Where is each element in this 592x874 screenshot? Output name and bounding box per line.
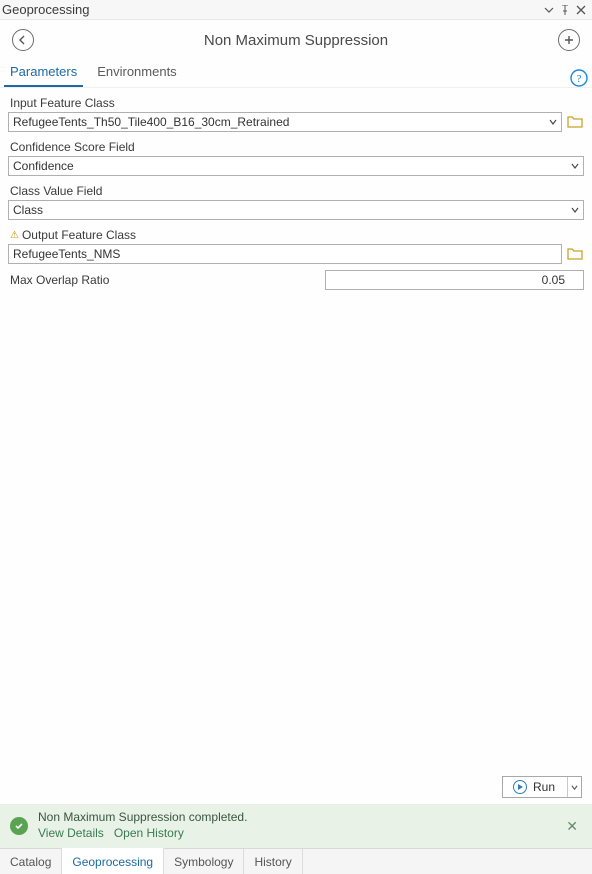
label-output-feature-class: ⚠ Output Feature Class [8, 226, 584, 244]
class-value-input[interactable] [8, 200, 584, 220]
confidence-score-input[interactable] [8, 156, 584, 176]
input-feature-class-input[interactable] [8, 112, 562, 132]
run-button[interactable]: Run [502, 776, 582, 798]
label-confidence-score: Confidence Score Field [8, 138, 584, 156]
tab-environments[interactable]: Environments [91, 60, 182, 87]
pin-icon[interactable] [558, 3, 572, 17]
open-history-link[interactable]: Open History [114, 826, 184, 842]
play-icon [513, 780, 527, 794]
run-label: Run [533, 780, 555, 794]
field-output-feature-class: ⚠ Output Feature Class [8, 226, 584, 264]
success-icon [10, 817, 28, 835]
max-overlap-input[interactable] [325, 270, 584, 290]
browse-input-fc-button[interactable] [566, 113, 584, 131]
label-output-fc-text: Output Feature Class [22, 228, 136, 242]
status-texts: Non Maximum Suppression completed. View … [38, 810, 247, 841]
warning-icon: ⚠ [10, 230, 19, 241]
output-feature-class-input[interactable] [8, 244, 562, 264]
add-button[interactable] [558, 29, 580, 51]
browse-output-fc-button[interactable] [566, 245, 584, 263]
close-icon[interactable] [574, 3, 588, 17]
bottom-tab-geoprocessing[interactable]: Geoprocessing [62, 848, 164, 874]
bottom-tab-history[interactable]: History [244, 849, 302, 874]
help-icon[interactable]: ? [570, 69, 588, 87]
pane-titlebar: Geoprocessing [0, 0, 592, 20]
run-dropdown-arrow[interactable] [567, 777, 581, 797]
bottom-tab-symbology[interactable]: Symbology [164, 849, 244, 874]
tool-header: Non Maximum Suppression [0, 20, 592, 60]
status-close-button[interactable]: ✕ [562, 814, 582, 839]
form-area: Input Feature Class Confidence Score Fie… [0, 88, 592, 290]
field-input-feature-class: Input Feature Class [8, 94, 584, 132]
run-bar: Run [0, 770, 592, 804]
field-max-overlap: Max Overlap Ratio [8, 270, 584, 290]
tab-row: Parameters Environments ? [0, 60, 592, 88]
menu-arrow-icon[interactable] [542, 3, 556, 17]
status-bar: Non Maximum Suppression completed. View … [0, 804, 592, 848]
label-max-overlap: Max Overlap Ratio [8, 271, 325, 289]
label-input-feature-class: Input Feature Class [8, 94, 584, 112]
field-class-value: Class Value Field [8, 182, 584, 220]
field-confidence-score: Confidence Score Field [8, 138, 584, 176]
pane-title: Geoprocessing [2, 2, 540, 17]
view-details-link[interactable]: View Details [38, 826, 104, 842]
bottom-tab-catalog[interactable]: Catalog [0, 849, 62, 874]
label-class-value: Class Value Field [8, 182, 584, 200]
tool-title: Non Maximum Suppression [34, 32, 558, 49]
tab-parameters[interactable]: Parameters [4, 60, 83, 87]
back-button[interactable] [12, 29, 34, 51]
svg-text:?: ? [577, 73, 582, 85]
status-message: Non Maximum Suppression completed. [38, 810, 247, 826]
bottom-tabs: Catalog Geoprocessing Symbology History [0, 848, 592, 874]
